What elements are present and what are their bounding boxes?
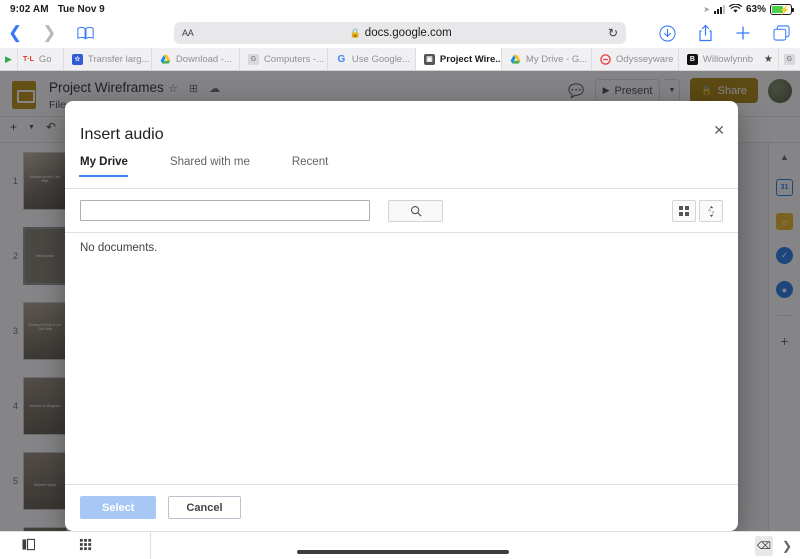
dialog-search-row: AZ: [80, 200, 723, 222]
google-drive-icon: [510, 54, 521, 65]
tab-bookmark-first[interactable]: ▶: [0, 48, 18, 70]
google-slides-icon: ▣: [424, 54, 435, 65]
search-icon: [410, 205, 422, 217]
expand-keyboard-icon[interactable]: ⌫: [755, 536, 773, 556]
dialog-tabs: My Drive Shared with me Recent: [80, 156, 370, 177]
browser-tab-1[interactable]: ☆ Transfer larg...: [64, 48, 152, 70]
browser-tab-label: Computers -...: [264, 54, 324, 65]
battery-charging-icon: ⚡: [770, 4, 792, 15]
location-arrow-icon: ➤: [703, 5, 710, 14]
close-x-icon[interactable]: ✕: [713, 123, 725, 137]
status-bar-right: ➤ 63% ⚡: [703, 4, 792, 15]
browser-tab-label: Use Google...: [352, 54, 410, 65]
browser-tab-label: Willowlynnb: [703, 54, 753, 65]
odysseyware-icon: [600, 54, 611, 65]
search-button[interactable]: [388, 200, 443, 222]
cancel-button[interactable]: Cancel: [168, 496, 240, 519]
dialog-content-divider: [65, 232, 738, 233]
new-tab-icon[interactable]: [735, 25, 751, 41]
home-indicator: [297, 550, 509, 554]
safari-toolbar: ❮ ❯ AA 🔒 docs.google.com ↻: [0, 18, 800, 48]
browser-tab-label: Go: [39, 54, 52, 65]
grid-view-icon[interactable]: [672, 200, 696, 222]
downloads-icon[interactable]: [659, 25, 676, 42]
svg-text:Z: Z: [711, 210, 714, 214]
tab-play-icon: ▶: [5, 54, 12, 65]
empty-state-message: No documents.: [80, 242, 157, 254]
blackboard-icon: B: [687, 54, 698, 65]
share-icon[interactable]: [698, 24, 713, 42]
select-button[interactable]: Select: [80, 496, 156, 519]
google-drive-icon: [160, 54, 171, 65]
svg-text:A: A: [708, 207, 711, 212]
tab-my-drive[interactable]: My Drive: [80, 156, 144, 177]
google-g-icon: G: [336, 54, 347, 65]
browser-tab-0[interactable]: T·L Go: [18, 48, 64, 70]
star-icon: ★: [764, 54, 773, 65]
browser-tab-8[interactable]: B Willowlynnb: [679, 48, 759, 70]
browser-tab-2[interactable]: Download -...: [152, 48, 240, 70]
browser-tab-6[interactable]: My Drive - G...: [502, 48, 592, 70]
bookmark-star-button[interactable]: ★: [759, 48, 779, 70]
bottom-bar: ⌫ ❯: [0, 531, 800, 559]
dialog-tabs-divider: [65, 188, 738, 189]
address-bar[interactable]: AA 🔒 docs.google.com ↻: [174, 22, 626, 44]
wetransfer-icon: ☆: [72, 54, 83, 65]
sort-az-icon[interactable]: AZ: [699, 200, 723, 222]
book-sidebar-icon[interactable]: [77, 26, 94, 40]
bottom-bar-left: [22, 538, 92, 554]
dialog-footer-divider: [65, 484, 738, 485]
status-date: Tue Nov 9: [58, 4, 105, 15]
filmstrip-view-icon[interactable]: [22, 538, 35, 554]
browser-tab-label: Transfer larg...: [88, 54, 149, 65]
reload-icon[interactable]: ↻: [608, 26, 618, 40]
safari-action-icons: [659, 24, 790, 42]
generic-page-icon: G: [784, 54, 795, 65]
browser-tabs-bar: ▶ T·L Go ☆ Transfer larg... Download -..…: [0, 48, 800, 71]
tab-shared-with-me[interactable]: Shared with me: [170, 156, 266, 177]
chevron-right-icon[interactable]: ❯: [782, 539, 792, 553]
status-bar-left: 9:02 AM Tue Nov 9: [10, 4, 105, 15]
browser-tab-label: Odysseyware: [616, 54, 674, 65]
lock-icon: 🔒: [350, 28, 361, 39]
bottom-bar-right: ⌫ ❯: [755, 536, 792, 556]
search-input[interactable]: [80, 200, 370, 221]
tl-icon: T·L: [23, 54, 34, 65]
browser-tab-label: My Drive - G...: [526, 54, 587, 65]
text-size-button[interactable]: AA: [182, 28, 193, 38]
insert-audio-dialog: Insert audio ✕ My Drive Shared with me R…: [65, 101, 738, 531]
tab-overflow-button[interactable]: G: [779, 48, 800, 70]
battery-percent: 63%: [746, 4, 766, 15]
browser-tab-3[interactable]: G Computers -...: [240, 48, 328, 70]
ios-status-bar: 9:02 AM Tue Nov 9 ➤ 63% ⚡: [0, 0, 800, 18]
cellular-signal-icon: [714, 5, 725, 14]
dialog-footer: Select Cancel: [80, 496, 241, 519]
browser-tab-5[interactable]: ▣ Project Wire...: [416, 48, 502, 70]
browser-tab-7[interactable]: Odysseyware: [592, 48, 679, 70]
url-display[interactable]: 🔒 docs.google.com: [193, 27, 608, 39]
generic-page-icon: G: [248, 54, 259, 65]
safari-nav-icons: ❮ ❯: [8, 23, 94, 43]
browser-tab-label: Download -...: [176, 54, 232, 65]
dialog-view-buttons: AZ: [672, 200, 723, 222]
browser-tab-4[interactable]: G Use Google...: [328, 48, 416, 70]
back-icon[interactable]: ❮: [8, 23, 22, 43]
browser-tab-label: Project Wire...: [440, 54, 502, 65]
bottom-bar-divider: [150, 532, 151, 559]
grid-view-icon[interactable]: [79, 538, 92, 554]
dialog-title: Insert audio: [80, 126, 164, 144]
url-text: docs.google.com: [365, 27, 452, 39]
screen-root: 9:02 AM Tue Nov 9 ➤ 63% ⚡ ❮ ❯ AA: [0, 0, 800, 559]
status-time: 9:02 AM: [10, 4, 49, 15]
forward-icon[interactable]: ❯: [42, 23, 56, 43]
wifi-icon: [729, 4, 742, 14]
tab-recent[interactable]: Recent: [292, 156, 344, 177]
tabs-overview-icon[interactable]: [773, 25, 790, 41]
